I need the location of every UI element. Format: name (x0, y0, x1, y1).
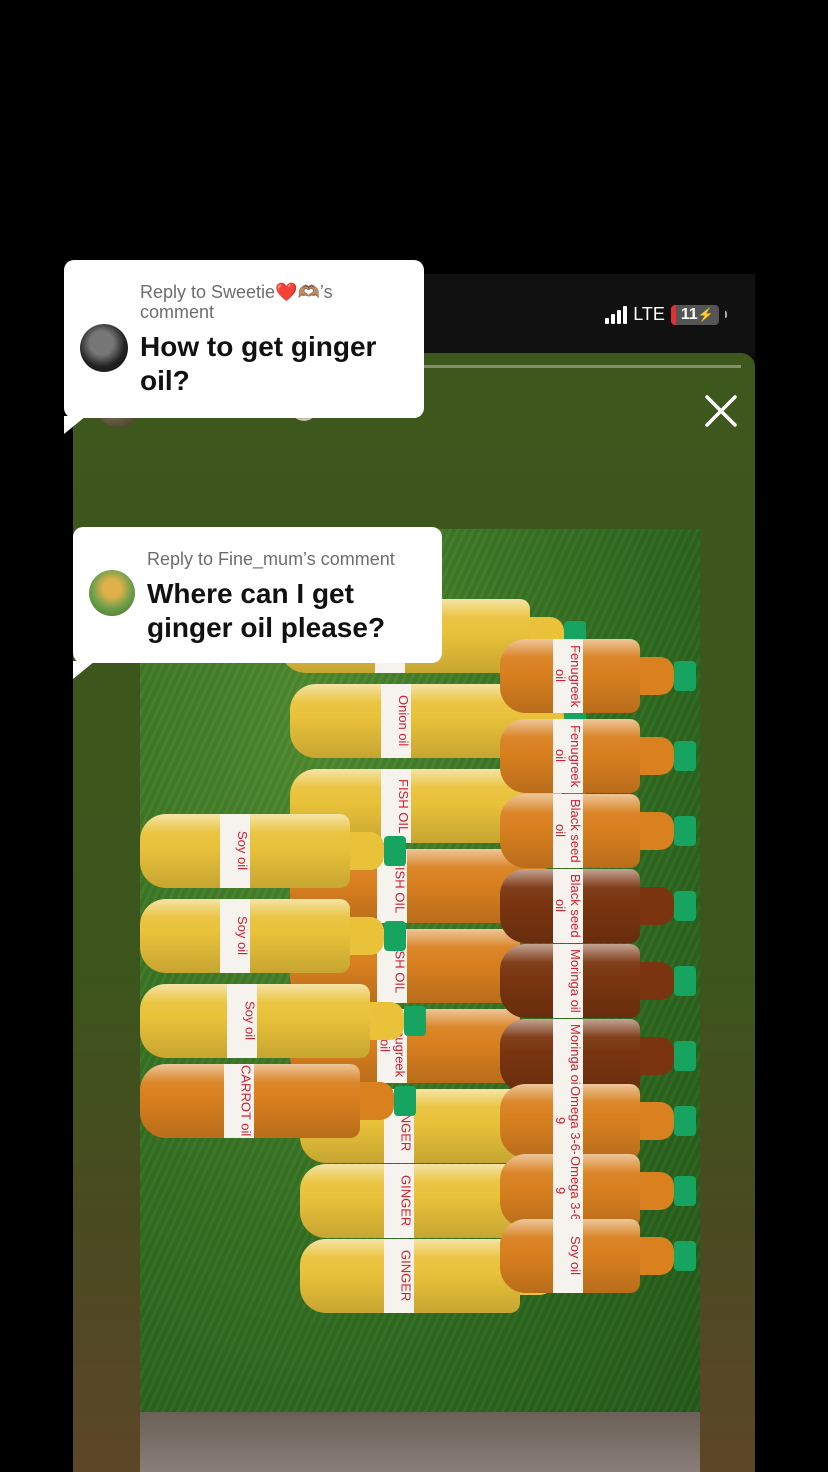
oil-bottle: Omega 3-6-9 (500, 1154, 696, 1228)
bottle-label: GINGER (383, 1239, 414, 1313)
bottle-label: Fenugreek oil (553, 639, 584, 713)
bottle-label: Black seed oil (553, 794, 584, 868)
bottle-label: Soy oil (219, 814, 250, 888)
bottle-cap (384, 836, 406, 866)
bottle-cap (674, 741, 696, 771)
oil-bottle: Soy oil (140, 984, 426, 1058)
bottle-neck (640, 737, 674, 775)
battery-level: 11 (680, 305, 698, 323)
bottle-cap (674, 891, 696, 921)
commenter-avatar (80, 324, 128, 372)
bottle-label: Soy oil (553, 1219, 584, 1293)
phone-screen: LTE 11⚡ ary Onion oilOnion oilFISH OILFI… (73, 274, 755, 1472)
battery-tip (725, 311, 727, 318)
oil-bottle: Omega 3-6-9 (500, 1084, 696, 1158)
bottle-label: Moringa oil (553, 1019, 584, 1093)
bottle-cap (674, 1241, 696, 1271)
bottle-cap (384, 921, 406, 951)
commenter-avatar (89, 570, 135, 616)
status-indicators: LTE 11 ⚡ (605, 304, 727, 325)
bottle-neck (640, 1237, 674, 1275)
battery-icon: 11 ⚡ (670, 304, 719, 325)
oil-bottle: Soy oil (140, 899, 406, 973)
bottle-neck (350, 832, 384, 870)
bottle-neck (640, 887, 674, 925)
bottle-label: Omega 3-6-9 (553, 1084, 584, 1158)
signal-icon (605, 305, 628, 324)
bottle-cap (674, 661, 696, 691)
comment-reply-card[interactable]: Reply to Fine_mum’s comment Where can I … (73, 527, 442, 679)
bottle-neck (640, 1037, 674, 1075)
oil-bottle: GINGER (300, 1239, 576, 1313)
bottle-label: Onion oil (381, 684, 412, 758)
bottle-cap (404, 1006, 426, 1036)
bottle-neck (360, 1082, 394, 1120)
oil-bottle: Moringa oil (500, 1019, 696, 1093)
bottle-label: Fenugreek oil (553, 719, 584, 793)
reply-to-label-line2: comment (140, 302, 215, 322)
story-viewer[interactable]: ary Onion oilOnion oilFISH OILFISH OILFI… (73, 353, 755, 1472)
story-photo: Onion oilOnion oilFISH OILFISH OILFISH O… (140, 529, 700, 1472)
bottle-neck (640, 657, 674, 695)
bottle-neck (640, 812, 674, 850)
bottle-label: Soy oil (219, 899, 250, 973)
oil-bottle: CARROT oil (140, 1064, 416, 1138)
bottle-neck (370, 1002, 404, 1040)
photo-ground (140, 1412, 700, 1472)
bottle-neck (350, 917, 384, 955)
bottle-neck (640, 1102, 674, 1140)
bottle-cap (674, 1106, 696, 1136)
bottle-label: FISH OIL (381, 769, 412, 843)
oil-bottle: Soy oil (500, 1219, 696, 1293)
oil-bottle: Moringa oil (500, 944, 696, 1018)
bottle-cap (394, 1086, 416, 1116)
oil-bottle: Black seed oil (500, 869, 696, 943)
bottle-label: CARROT oil (223, 1064, 254, 1138)
bottle-label: Black seed oil (553, 869, 584, 943)
oil-bottle: Onion oil (290, 684, 586, 758)
oil-bottle: Black seed oil (500, 794, 696, 868)
reply-to-label: Reply to Sweetie❤️🫶🏽’s (140, 282, 333, 302)
speech-bubble-tail (64, 416, 86, 434)
reply-to-label: Reply to Fine_mum’s comment (147, 549, 395, 569)
bottle-label: GINGER (383, 1164, 414, 1238)
bottle-label: Moringa oil (553, 944, 584, 1018)
bottle-cap (674, 966, 696, 996)
bottle-cap (674, 1176, 696, 1206)
oil-bottle: Soy oil (140, 814, 406, 888)
reply-comment-text: Where can I get ginger oil please? (147, 578, 386, 643)
reply-comment-text: How to get ginger oil? (140, 331, 377, 396)
oil-bottle: Fenugreek oil (500, 719, 696, 793)
network-label: LTE (633, 304, 665, 324)
oil-bottle: GINGER (300, 1164, 576, 1238)
speech-bubble-tail (73, 661, 95, 679)
bottle-label: Omega 3-6-9 (553, 1154, 584, 1228)
close-icon[interactable] (701, 391, 741, 431)
bottle-cap (674, 816, 696, 846)
bottle-neck (640, 962, 674, 1000)
bottle-cap (674, 1041, 696, 1071)
comment-reply-card[interactable]: Reply to Sweetie❤️🫶🏽’s comment How to ge… (64, 260, 424, 434)
oil-bottle: Fenugreek oil (500, 639, 696, 713)
bottle-label: Soy oil (227, 984, 258, 1058)
bottle-neck (640, 1172, 674, 1210)
